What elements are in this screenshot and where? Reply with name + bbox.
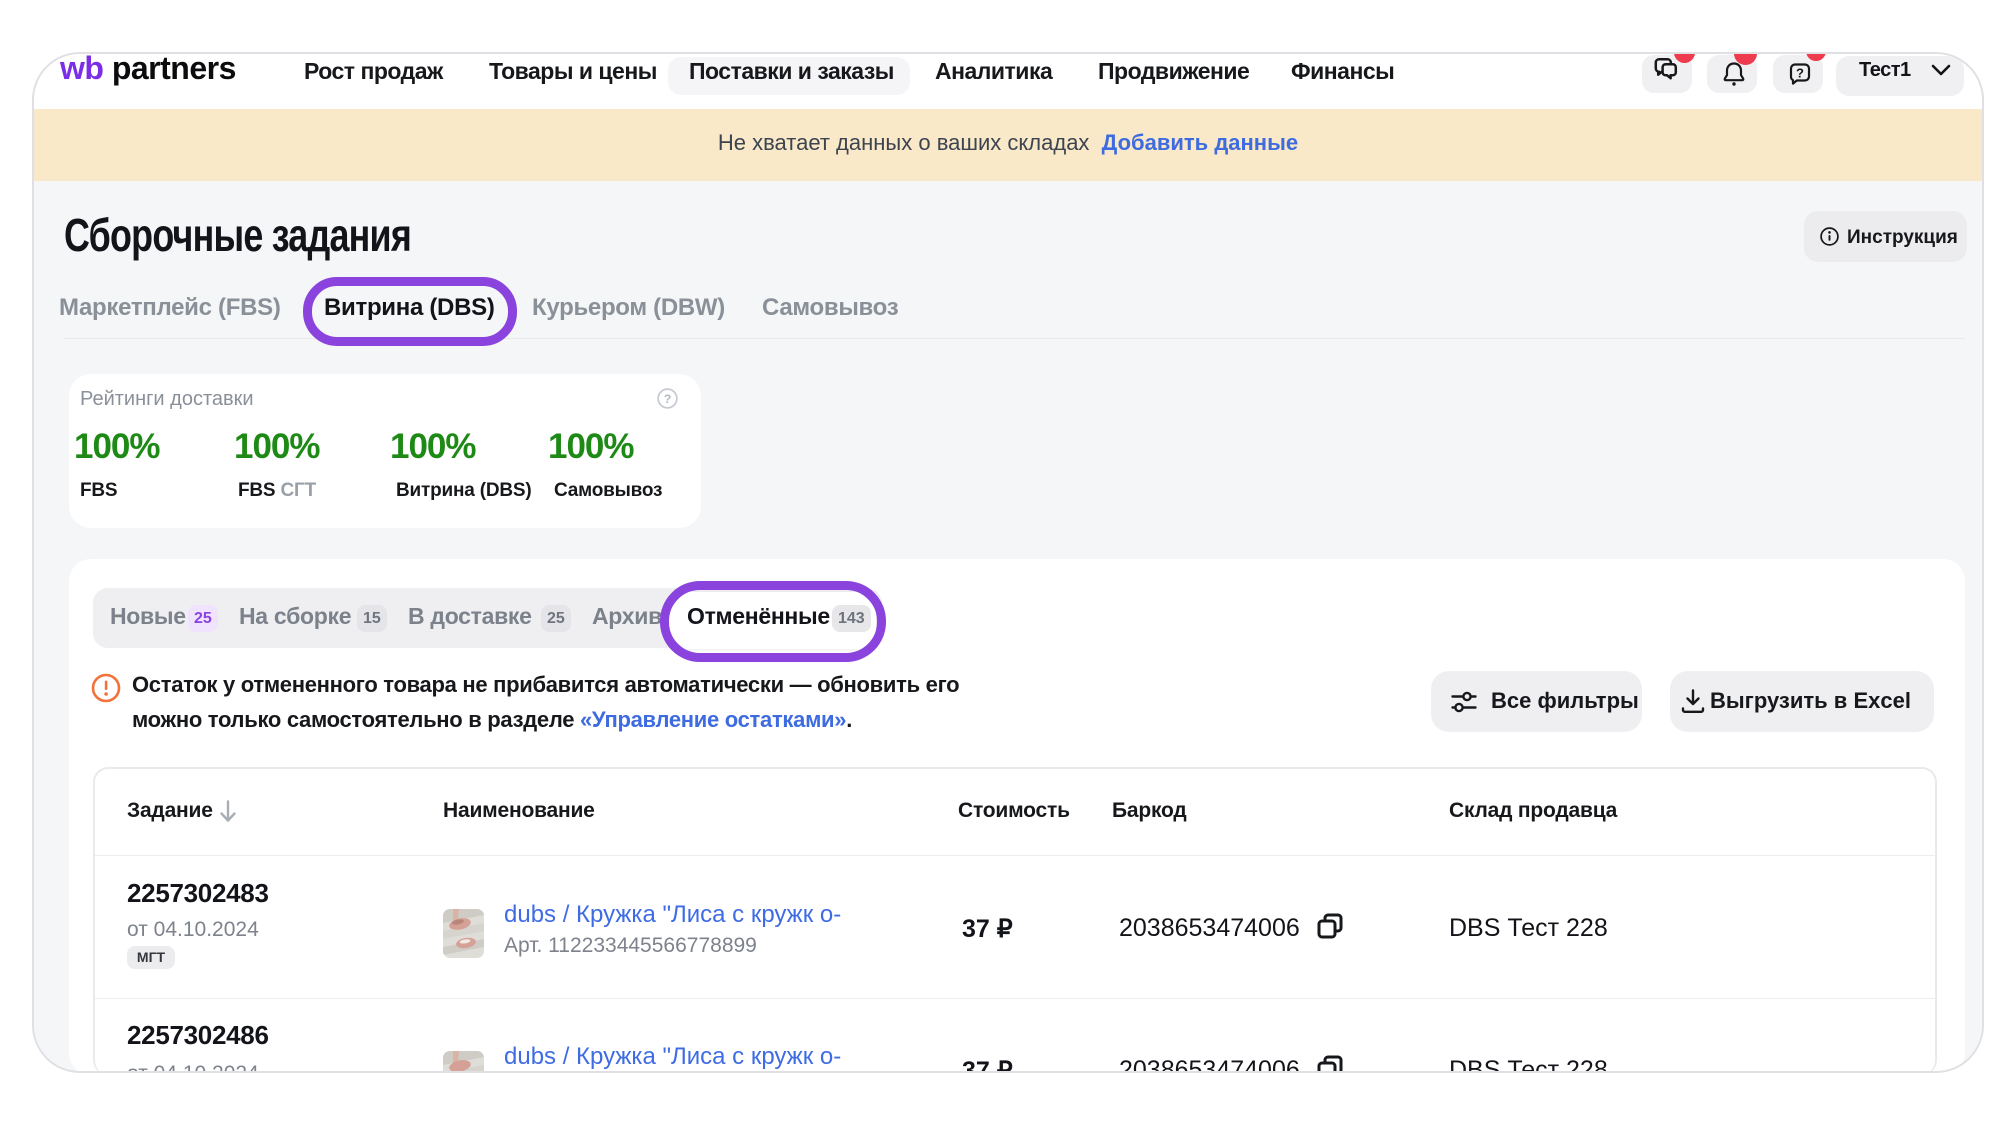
svg-text:?: ? xyxy=(1796,66,1804,81)
svg-text:?: ? xyxy=(664,392,672,406)
